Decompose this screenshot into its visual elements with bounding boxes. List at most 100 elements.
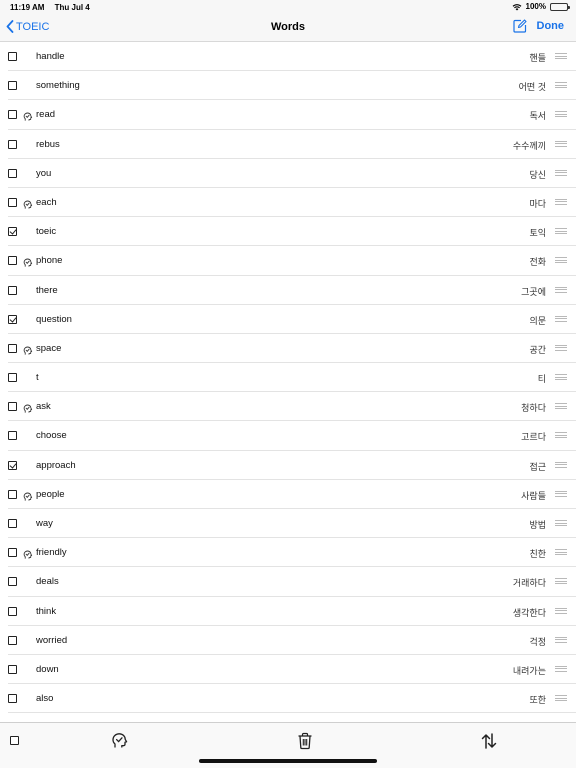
meaning-text: 어떤 것 — [518, 82, 546, 93]
word-row[interactable]: read 독서 — [8, 100, 576, 130]
meaning-text: 사람들 — [521, 490, 546, 501]
row-checkbox[interactable] — [8, 694, 17, 704]
word-row[interactable]: people 사람들 — [8, 480, 576, 509]
delete-button[interactable] — [295, 731, 315, 751]
drag-handle-icon[interactable] — [555, 403, 567, 410]
drag-handle-icon[interactable] — [555, 432, 567, 439]
word-row[interactable]: something 어떤 것 — [8, 71, 576, 101]
drag-handle-icon[interactable] — [555, 607, 567, 614]
drag-handle-icon[interactable] — [555, 461, 567, 468]
drag-handle-icon[interactable] — [555, 636, 567, 643]
drag-handle-icon[interactable] — [555, 257, 567, 264]
meaning-text: 마다 — [529, 198, 546, 209]
head-check-icon — [23, 489, 33, 501]
word-text: rebus — [36, 138, 60, 150]
row-checkbox[interactable] — [8, 314, 17, 324]
navigation-bar: TOEIC Words Done — [0, 14, 576, 42]
mark-reviewed-button[interactable] — [110, 731, 130, 751]
word-row[interactable]: rebus 수수께끼 — [8, 130, 576, 159]
meaning-text: 의문 — [529, 315, 546, 326]
word-row[interactable]: each 마다 — [8, 188, 576, 218]
drag-handle-icon[interactable] — [555, 578, 567, 585]
word-text: read — [36, 109, 56, 121]
drag-handle-icon[interactable] — [555, 695, 567, 702]
row-checkbox[interactable] — [8, 227, 17, 237]
row-checkbox[interactable] — [8, 168, 17, 178]
word-row[interactable]: approach 접근 — [8, 451, 576, 480]
drag-handle-icon[interactable] — [555, 198, 567, 205]
drag-handle-icon[interactable] — [555, 549, 567, 556]
row-checkbox[interactable] — [8, 489, 17, 499]
select-all-checkbox[interactable] — [10, 736, 19, 745]
word-row[interactable]: ask 청하다 — [8, 392, 576, 422]
drag-handle-icon[interactable] — [555, 315, 567, 322]
row-checkbox[interactable] — [8, 664, 17, 674]
row-checkbox[interactable] — [8, 52, 17, 61]
row-checkbox[interactable] — [8, 460, 17, 470]
word-list[interactable]: handle 핸들 something 어떤 것 read 독서 rebus 수수께끼 you 당… — [0, 42, 576, 723]
head-check-icon — [23, 343, 33, 355]
row-checkbox[interactable] — [8, 373, 17, 383]
compose-icon[interactable] — [512, 19, 527, 33]
row-checkbox[interactable] — [8, 606, 17, 616]
sort-arrows-icon — [481, 733, 497, 749]
word-row[interactable]: you 당신 — [8, 159, 576, 188]
done-button[interactable]: Done — [537, 20, 565, 32]
row-checkbox[interactable] — [8, 548, 17, 558]
row-checkbox[interactable] — [8, 431, 17, 441]
row-checkbox[interactable] — [8, 197, 17, 207]
word-row[interactable]: choose 고르다 — [8, 421, 576, 451]
word-row[interactable]: think 생각한다 — [8, 597, 576, 626]
word-row[interactable]: phone 전화 — [8, 246, 576, 276]
meaning-text: 핸들 — [529, 53, 546, 63]
drag-handle-icon[interactable] — [555, 140, 567, 147]
drag-handle-icon[interactable] — [555, 228, 567, 235]
word-row[interactable]: way 방법 — [8, 509, 576, 539]
battery-icon — [550, 2, 570, 11]
drag-handle-icon[interactable] — [555, 286, 567, 293]
word-row[interactable]: t티 — [8, 363, 576, 393]
status-right: 100% — [512, 2, 570, 11]
word-row[interactable]: handle 핸들 — [8, 42, 576, 72]
meaning-text: 방법 — [529, 520, 546, 530]
row-checkbox[interactable] — [8, 256, 17, 266]
head-check-icon — [23, 547, 33, 559]
word-row[interactable]: down 내려가는 — [8, 655, 576, 685]
word-row[interactable]: friendly 친한 — [8, 538, 576, 568]
meaning-text: 걱정 — [529, 636, 546, 647]
row-checkbox[interactable] — [8, 285, 17, 295]
row-checkbox[interactable] — [8, 577, 17, 587]
row-checkbox[interactable] — [8, 139, 17, 149]
sort-button[interactable] — [479, 731, 499, 751]
meaning-text: 또한 — [529, 695, 546, 706]
drag-handle-icon[interactable] — [555, 53, 567, 59]
head-check-icon — [112, 733, 128, 748]
row-checkbox[interactable] — [8, 635, 17, 645]
row-checkbox[interactable] — [8, 110, 17, 120]
home-indicator — [199, 759, 377, 763]
status-time: 11:19 AM — [10, 3, 45, 12]
drag-handle-icon[interactable] — [555, 665, 567, 672]
word-row[interactable]: deals 거래하다 — [8, 567, 576, 597]
row-checkbox[interactable] — [8, 343, 17, 353]
word-row[interactable]: space 공간 — [8, 334, 576, 364]
battery-percent: 100% — [525, 2, 546, 11]
word-row[interactable]: worried 걱정 — [8, 626, 576, 655]
word-text: friendly — [36, 547, 67, 559]
row-checkbox[interactable] — [8, 81, 17, 91]
drag-handle-icon[interactable] — [555, 344, 567, 351]
drag-handle-icon[interactable] — [555, 169, 567, 176]
word-text: there — [36, 284, 58, 296]
meaning-text: 거래하다 — [512, 578, 546, 589]
drag-handle-icon[interactable] — [555, 374, 567, 381]
word-row[interactable]: also 또한 — [8, 684, 576, 714]
drag-handle-icon[interactable] — [555, 490, 567, 497]
drag-handle-icon[interactable] — [555, 111, 567, 118]
word-row[interactable]: toeic 토익 — [8, 217, 576, 247]
row-checkbox[interactable] — [8, 402, 17, 412]
word-row[interactable]: there 그곳에 — [8, 276, 576, 305]
drag-handle-icon[interactable] — [555, 520, 567, 526]
drag-handle-icon[interactable] — [555, 82, 567, 89]
row-checkbox[interactable] — [8, 519, 17, 528]
word-row[interactable]: question 의문 — [8, 305, 576, 334]
